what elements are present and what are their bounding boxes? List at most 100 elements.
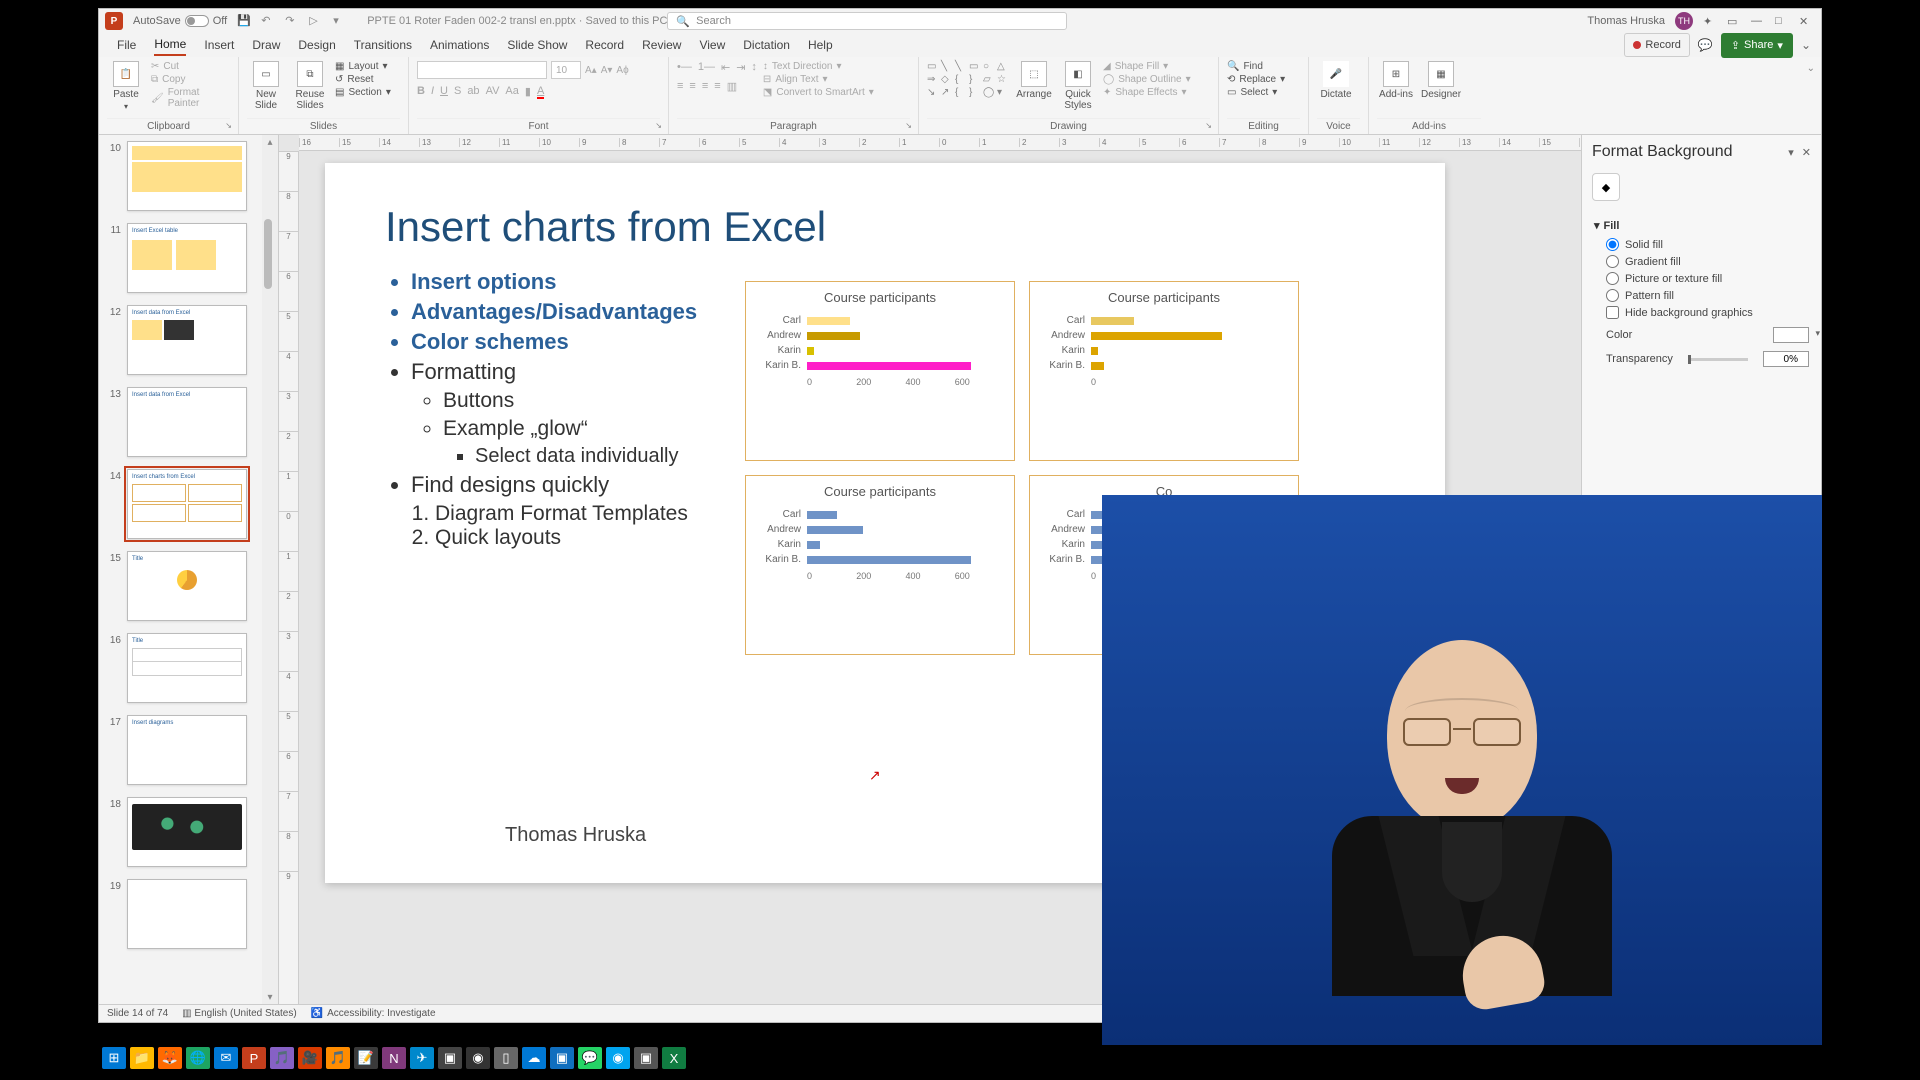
- panel-close-icon[interactable]: ✕: [1802, 146, 1811, 159]
- dialog-launcher-icon[interactable]: ↘: [905, 121, 912, 130]
- align-right-button[interactable]: ≡: [702, 80, 708, 93]
- picture-fill-radio[interactable]: Picture or texture fill: [1594, 270, 1809, 287]
- shadow-button[interactable]: ab: [467, 85, 479, 98]
- from-beginning-icon[interactable]: ▷: [309, 14, 323, 28]
- taskbar-app-icon[interactable]: 🌐: [186, 1047, 210, 1069]
- close-icon[interactable]: ✕: [1799, 15, 1813, 28]
- ribbon-mode-icon[interactable]: ▭: [1727, 15, 1741, 28]
- slide-thumbnail[interactable]: 11Insert Excel table: [99, 217, 278, 299]
- paste-button[interactable]: 📋Paste▾: [107, 61, 145, 111]
- pattern-fill-radio[interactable]: Pattern fill: [1594, 287, 1809, 304]
- redo-icon[interactable]: ↷: [285, 14, 299, 28]
- dialog-launcher-icon[interactable]: ↘: [225, 121, 232, 130]
- case-button[interactable]: Aa: [505, 85, 518, 98]
- thumb-preview[interactable]: Insert data from Excel: [127, 387, 247, 457]
- align-text-button[interactable]: ⊟ Align Text ▾: [763, 74, 874, 85]
- tab-transitions[interactable]: Transitions: [354, 35, 412, 55]
- scroll-up-icon[interactable]: ▴: [262, 135, 278, 149]
- cut-button[interactable]: ✂ Cut: [151, 61, 230, 72]
- thumb-preview[interactable]: Insert diagrams: [127, 715, 247, 785]
- bold-button[interactable]: B: [417, 85, 425, 98]
- chart-2[interactable]: Course participantsCarlAndrewKarinKarin …: [1029, 281, 1299, 461]
- solid-fill-radio[interactable]: Solid fill: [1594, 236, 1809, 253]
- autosave-toggle[interactable]: AutoSave Off: [133, 15, 227, 27]
- taskbar-app-icon[interactable]: ▯: [494, 1047, 518, 1069]
- line-spacing-button[interactable]: ↕: [751, 61, 757, 74]
- chart-3[interactable]: Course participantsCarlAndrewKarinKarin …: [745, 475, 1015, 655]
- taskbar-app-icon[interactable]: ☁: [522, 1047, 546, 1069]
- slide-thumbnail[interactable]: 14Insert charts from Excel: [99, 463, 278, 545]
- fill-tab-icon[interactable]: ◆: [1592, 173, 1620, 201]
- shapes-gallery[interactable]: ▭╲╲▭○△ ⇒◇{}▱☆ ↘↗{}◯▾: [927, 61, 1009, 98]
- collapse-ribbon-icon[interactable]: ⌄: [1801, 57, 1821, 134]
- font-size-combo[interactable]: 10: [551, 61, 581, 79]
- minimize-icon[interactable]: —: [1751, 15, 1765, 27]
- panel-options-icon[interactable]: ▾: [1788, 146, 1794, 159]
- language-button[interactable]: ▥ English (United States): [182, 1008, 297, 1019]
- spacing-button[interactable]: AV: [486, 85, 500, 98]
- addins-button[interactable]: ⊞Add-ins: [1377, 61, 1415, 100]
- share-button[interactable]: ⇪Share▾: [1721, 33, 1793, 58]
- tab-review[interactable]: Review: [642, 35, 681, 55]
- numbering-button[interactable]: 1—: [698, 61, 715, 74]
- tab-file[interactable]: File: [117, 35, 136, 55]
- quick-styles-button[interactable]: ◧Quick Styles: [1059, 61, 1097, 111]
- tab-view[interactable]: View: [699, 35, 725, 55]
- font-name-combo[interactable]: [417, 61, 547, 79]
- scroll-handle[interactable]: [264, 219, 272, 289]
- slide-thumbnail[interactable]: 18: [99, 791, 278, 873]
- qat-more-icon[interactable]: ▾: [333, 14, 347, 28]
- taskbar-app-icon[interactable]: ◉: [606, 1047, 630, 1069]
- taskbar-app-icon[interactable]: ✈: [410, 1047, 434, 1069]
- slide-counter[interactable]: Slide 14 of 74: [107, 1008, 168, 1019]
- taskbar-app-icon[interactable]: 📁: [130, 1047, 154, 1069]
- find-button[interactable]: 🔍 Find: [1227, 61, 1285, 72]
- search-input[interactable]: 🔍 Search: [667, 12, 1067, 30]
- dictate-button[interactable]: 🎤Dictate: [1317, 61, 1355, 100]
- reset-button[interactable]: ↺ Reset: [335, 74, 391, 85]
- transparency-slider[interactable]: [1688, 358, 1748, 361]
- underline-button[interactable]: U: [440, 85, 448, 98]
- taskbar-app-icon[interactable]: N: [382, 1047, 406, 1069]
- collapse-ribbon-icon[interactable]: ⌄: [1801, 35, 1811, 55]
- justify-button[interactable]: ≡: [714, 80, 720, 93]
- strike-button[interactable]: S: [454, 85, 461, 98]
- reuse-slides-button[interactable]: ⧉Reuse Slides: [291, 61, 329, 111]
- maximize-icon[interactable]: □: [1775, 15, 1789, 27]
- convert-smartart-button[interactable]: ⬔ Convert to SmartArt ▾: [763, 87, 874, 98]
- italic-button[interactable]: I: [431, 85, 434, 98]
- replace-button[interactable]: ⟲ Replace ▾: [1227, 74, 1285, 85]
- toggle-off-icon[interactable]: [185, 15, 209, 27]
- hide-bg-checkbox[interactable]: Hide background graphics: [1594, 304, 1809, 321]
- radio-icon[interactable]: [1606, 272, 1619, 285]
- transparency-input[interactable]: [1763, 351, 1809, 367]
- radio-icon[interactable]: [1606, 255, 1619, 268]
- slide-thumbnail[interactable]: 19: [99, 873, 278, 955]
- slide-thumbnail[interactable]: 15Title: [99, 545, 278, 627]
- tab-draw[interactable]: Draw: [252, 35, 280, 55]
- taskbar-app-icon[interactable]: ◉: [466, 1047, 490, 1069]
- indent-inc-button[interactable]: ⇥: [736, 61, 745, 74]
- undo-icon[interactable]: ↶: [261, 14, 275, 28]
- taskbar-app-icon[interactable]: P: [242, 1047, 266, 1069]
- align-center-button[interactable]: ≡: [689, 80, 695, 93]
- thumb-preview[interactable]: Title: [127, 633, 247, 703]
- designer-button[interactable]: ▦Designer: [1421, 61, 1461, 100]
- tab-animations[interactable]: Animations: [430, 35, 489, 55]
- tab-slideshow[interactable]: Slide Show: [507, 35, 567, 55]
- taskbar-app-icon[interactable]: X: [662, 1047, 686, 1069]
- slide-thumbnail[interactable]: 13Insert data from Excel: [99, 381, 278, 463]
- chart-1[interactable]: Course participantsCarlAndrewKarinKarin …: [745, 281, 1015, 461]
- taskbar-app-icon[interactable]: 🎥: [298, 1047, 322, 1069]
- taskbar-app-icon[interactable]: ▣: [438, 1047, 462, 1069]
- gradient-fill-radio[interactable]: Gradient fill: [1594, 253, 1809, 270]
- thumb-preview[interactable]: Insert Excel table: [127, 223, 247, 293]
- shape-outline-button[interactable]: ◯ Shape Outline ▾: [1103, 74, 1191, 85]
- radio-icon[interactable]: [1606, 289, 1619, 302]
- taskbar-app-icon[interactable]: ⊞: [102, 1047, 126, 1069]
- format-painter-button[interactable]: 🖌 Format Painter: [151, 87, 230, 109]
- thumb-preview[interactable]: Insert charts from Excel: [127, 469, 247, 539]
- checkbox-icon[interactable]: [1606, 306, 1619, 319]
- taskbar-app-icon[interactable]: ✉: [214, 1047, 238, 1069]
- shape-effects-button[interactable]: ✦ Shape Effects ▾: [1103, 87, 1191, 98]
